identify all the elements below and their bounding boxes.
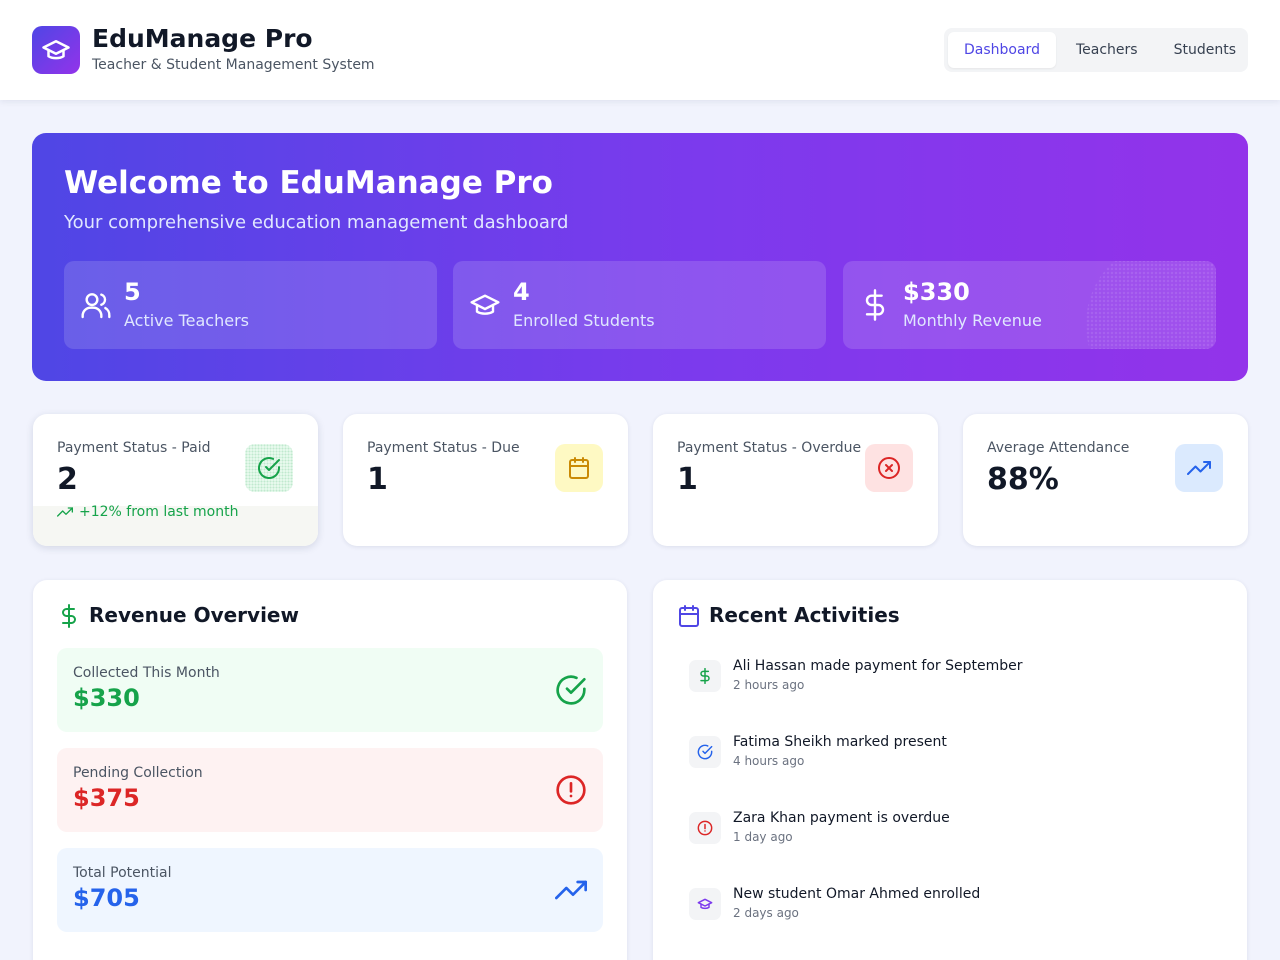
app-header: EduManage Pro Teacher & Student Manageme… (0, 0, 1280, 100)
revenue-collected: Collected This Month $330 (57, 648, 603, 732)
stat-enrolled-students: 4 Enrolled Students (453, 261, 826, 349)
card-icon-box (555, 444, 603, 492)
card-label: Payment Status - Due (367, 440, 520, 456)
revenue-pending: Pending Collection $375 (57, 748, 603, 832)
stat-value: 5 (124, 278, 141, 306)
revenue-label: Pending Collection (73, 765, 203, 781)
main-nav: Dashboard Teachers Students (944, 28, 1248, 72)
calendar-icon (679, 605, 699, 627)
app-logo[interactable] (32, 26, 80, 74)
stat-value: 4 (513, 278, 530, 306)
trend-indicator: +12% from last month (57, 504, 238, 520)
activity-text: Ali Hassan made payment for September (733, 658, 1023, 674)
dollar-icon (700, 668, 710, 684)
trending-up-icon (555, 880, 587, 900)
welcome-title: Welcome to EduManage Pro (64, 165, 553, 201)
tab-students[interactable]: Students (1158, 32, 1252, 68)
card-icon-box (1175, 444, 1223, 492)
alert-circle-icon (556, 775, 586, 805)
stat-monthly-revenue: $330 Monthly Revenue (843, 261, 1216, 349)
panel-title: Recent Activities (709, 603, 900, 627)
card-label: Payment Status - Overdue (677, 440, 862, 456)
trending-up-icon (57, 507, 73, 517)
welcome-banner: Welcome to EduManage Pro Your comprehens… (32, 133, 1248, 381)
card-value: 88% (987, 462, 1059, 497)
check-circle-icon (697, 744, 713, 760)
revenue-value: $330 (73, 684, 140, 712)
graduation-cap-icon (42, 40, 70, 60)
tab-dashboard[interactable]: Dashboard (948, 32, 1056, 68)
activity-icon-box (689, 736, 721, 768)
activity-text: New student Omar Ahmed enrolled (733, 886, 981, 902)
revenue-overview-panel: Revenue Overview Collected This Month $3… (33, 580, 627, 960)
card-payment-due[interactable]: Payment Status - Due 1 (343, 414, 628, 546)
revenue-total-potential: Total Potential $705 (57, 848, 603, 932)
stat-active-teachers: 5 Active Teachers (64, 261, 437, 349)
users-icon (81, 293, 111, 319)
activity-icon-box (689, 660, 721, 692)
card-label: Average Attendance (987, 440, 1130, 456)
recent-activities-panel: Recent Activities Ali Hassan made paymen… (653, 580, 1247, 960)
card-label: Payment Status - Paid (57, 440, 211, 456)
app-subtitle: Teacher & Student Management System (92, 57, 375, 73)
calendar-icon (569, 457, 589, 479)
activity-time: 4 hours ago (733, 754, 805, 768)
activity-time: 1 day ago (733, 830, 793, 844)
activity-time: 2 days ago (733, 906, 799, 920)
revenue-value: $705 (73, 884, 140, 912)
card-icon-box (865, 444, 913, 492)
x-circle-icon (878, 457, 900, 479)
activity-text: Zara Khan payment is overdue (733, 810, 950, 826)
card-value: 2 (57, 462, 78, 497)
decorative-pattern (1086, 261, 1216, 349)
welcome-subtitle: Your comprehensive education management … (64, 212, 569, 233)
trending-up-icon (1187, 461, 1211, 475)
activity-text: Fatima Sheikh marked present (733, 734, 947, 750)
tab-teachers[interactable]: Teachers (1060, 32, 1154, 68)
stat-label: Monthly Revenue (903, 311, 1042, 330)
activity-item[interactable]: Zara Khan payment is overdue 1 day ago (689, 808, 1229, 848)
panel-title: Revenue Overview (89, 603, 299, 627)
stat-value: $330 (903, 278, 970, 306)
revenue-value: $375 (73, 784, 140, 812)
alert-circle-icon (697, 820, 713, 836)
activity-item[interactable]: Fatima Sheikh marked present 4 hours ago (689, 732, 1229, 772)
card-payment-overdue[interactable]: Payment Status - Overdue 1 (653, 414, 938, 546)
stat-label: Enrolled Students (513, 311, 655, 330)
stat-label: Active Teachers (124, 311, 249, 330)
graduation-cap-icon (697, 898, 713, 910)
revenue-label: Total Potential (73, 865, 172, 881)
check-circle-icon (258, 457, 280, 480)
dollar-icon (62, 604, 76, 628)
check-circle-icon (556, 675, 586, 705)
activity-icon-box (689, 812, 721, 844)
activity-item[interactable]: New student Omar Ahmed enrolled 2 days a… (689, 884, 1229, 924)
activity-icon-box (689, 888, 721, 920)
activity-time: 2 hours ago (733, 678, 805, 692)
card-average-attendance[interactable]: Average Attendance 88% (963, 414, 1248, 546)
trend-text: +12% from last month (79, 504, 239, 520)
revenue-label: Collected This Month (73, 665, 220, 681)
app-title: EduManage Pro (92, 24, 313, 53)
dollar-icon (865, 289, 885, 321)
card-payment-paid[interactable]: Payment Status - Paid 2 +12% from last m… (33, 414, 318, 546)
activity-item[interactable]: Ali Hassan made payment for September 2 … (689, 656, 1229, 696)
graduation-cap-icon (470, 294, 500, 315)
card-value: 1 (677, 462, 698, 497)
card-value: 1 (367, 462, 388, 497)
card-icon-box (245, 444, 293, 492)
